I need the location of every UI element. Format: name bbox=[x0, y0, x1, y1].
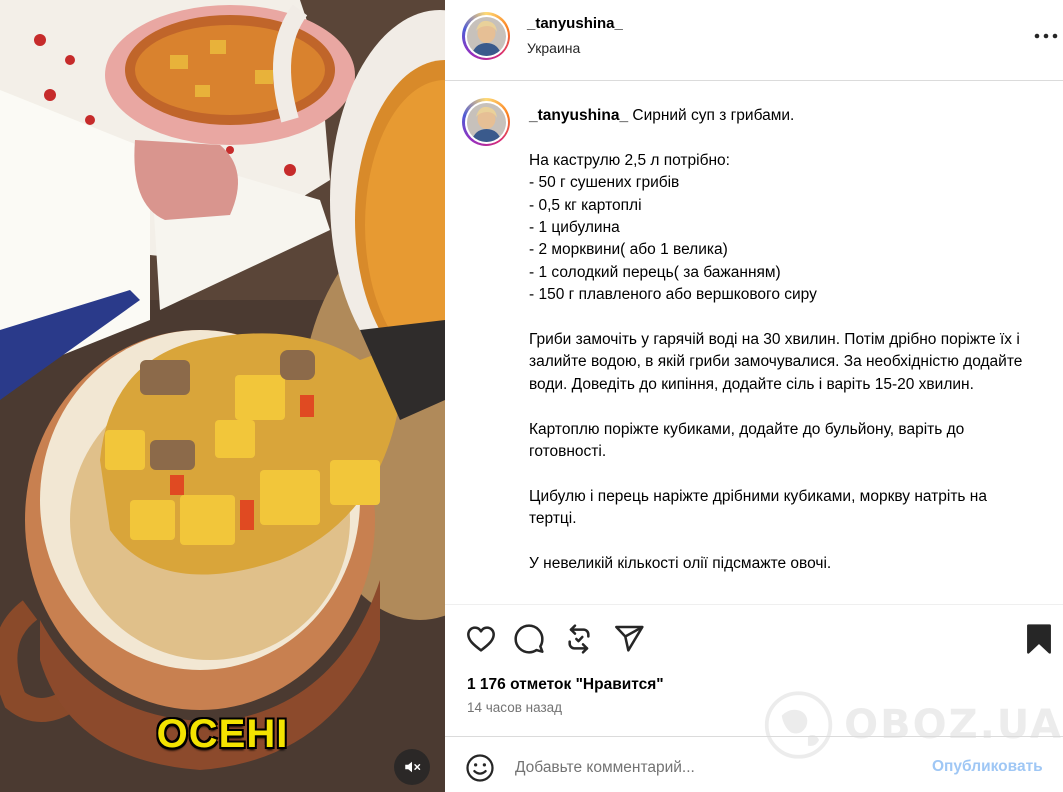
post-timestamp: 14 часов назад bbox=[467, 700, 563, 715]
emoji-icon[interactable] bbox=[465, 753, 495, 783]
caption-text: Сирний суп з грибами. На каструлю 2,5 л … bbox=[529, 107, 1023, 573]
food-photo bbox=[0, 0, 445, 792]
repost-icon[interactable] bbox=[563, 623, 595, 655]
bookmark-filled-icon[interactable] bbox=[1023, 623, 1055, 655]
avatar-image bbox=[466, 16, 506, 56]
send-icon[interactable] bbox=[613, 623, 645, 655]
comment-bar: Опубликовать bbox=[445, 736, 1063, 792]
header-location[interactable]: Украина bbox=[527, 40, 580, 56]
comment-input[interactable] bbox=[515, 753, 925, 783]
post-media[interactable]: ОСЕНІ bbox=[0, 0, 445, 792]
post-header: _tanyushina_ Украина bbox=[445, 0, 1063, 81]
publish-button[interactable]: Опубликовать bbox=[932, 758, 1043, 776]
avatar[interactable] bbox=[462, 12, 510, 60]
caption-username[interactable]: _tanyushina_ bbox=[529, 107, 628, 124]
more-horizontal-icon[interactable] bbox=[1033, 26, 1059, 46]
post-panel: _tanyushina_ Украина _tanyushina_ Сирний… bbox=[445, 0, 1063, 792]
likes-count[interactable]: 1 176 отметок "Нравится" bbox=[467, 676, 664, 694]
heart-icon[interactable] bbox=[465, 623, 497, 655]
caption-avatar[interactable] bbox=[462, 98, 510, 146]
action-bar bbox=[445, 604, 1063, 660]
header-username[interactable]: _tanyushina_ bbox=[527, 15, 623, 32]
avatar-image bbox=[466, 102, 506, 142]
speaker-muted-icon bbox=[405, 761, 421, 773]
comment-icon[interactable] bbox=[513, 623, 545, 655]
mute-button[interactable] bbox=[394, 749, 430, 785]
video-overlay-text: ОСЕНІ bbox=[156, 712, 289, 756]
caption-area[interactable]: _tanyushina_ Сирний суп з грибами. На ка… bbox=[445, 82, 1063, 598]
post-caption: _tanyushina_ Сирний суп з грибами. На ка… bbox=[529, 105, 1034, 576]
